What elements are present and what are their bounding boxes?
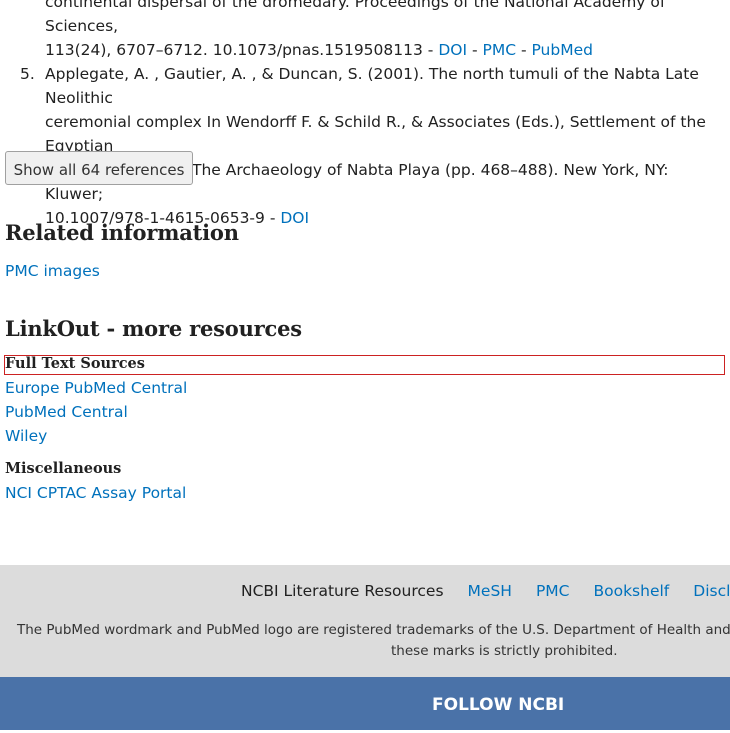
- follow-ncbi-banner: FOLLOW NCBI: [0, 677, 730, 730]
- references-list: continental dispersal of the dromedary. …: [0, 0, 730, 230]
- full-text-sources-heading: Full Text Sources: [5, 355, 145, 372]
- related-information-heading: Related information: [5, 220, 239, 245]
- footer-link-disclaimer[interactable]: Disclaimer: [693, 582, 730, 600]
- show-all-references-button[interactable]: Show all 64 references: [5, 151, 193, 185]
- miscellaneous-heading: Miscellaneous: [5, 460, 122, 477]
- nci-cptac-assay-portal-link[interactable]: NCI CPTAC Assay Portal: [5, 481, 186, 505]
- reference-number: 5.: [20, 65, 35, 83]
- europe-pubmed-central-link[interactable]: Europe PubMed Central: [5, 376, 187, 400]
- reference-item-4: continental dispersal of the dromedary. …: [0, 0, 730, 62]
- footer-link-bookshelf[interactable]: Bookshelf: [593, 582, 669, 600]
- pmc-images-link[interactable]: PMC images: [5, 259, 100, 283]
- footer-nav-title: NCBI Literature Resources: [241, 582, 444, 600]
- reference-text: 113(24), 6707–6712. 10.1073/pnas.1519508…: [45, 41, 593, 59]
- doi-link[interactable]: DOI: [438, 41, 467, 59]
- footer: NCBI Literature Resources MeSH PMC Bookshel…: [0, 565, 730, 677]
- linkout-heading: LinkOut - more resources: [5, 316, 302, 341]
- footer-link-pmc[interactable]: PMC: [536, 582, 570, 600]
- follow-ncbi-label: FOLLOW NCBI: [432, 695, 565, 715]
- reference-text: Applegate, A. , Gautier, A. , & Duncan, …: [45, 65, 699, 107]
- footer-link-mesh[interactable]: MeSH: [468, 582, 512, 600]
- pubmed-link[interactable]: PubMed: [531, 41, 593, 59]
- reference-item-5: 5. Applegate, A. , Gautier, A. , & Dunca…: [0, 62, 730, 230]
- reference-text: continental dispersal of the dromedary. …: [45, 0, 666, 35]
- trademark-notice: The PubMed wordmark and PubMed logo are …: [17, 622, 730, 659]
- footer-nav: NCBI Literature Resources MeSH PMC Bookshel…: [241, 582, 730, 600]
- pubmed-central-link[interactable]: PubMed Central: [5, 400, 128, 424]
- pmc-link[interactable]: PMC: [482, 41, 516, 59]
- wiley-link[interactable]: Wiley: [5, 424, 47, 448]
- doi-link[interactable]: DOI: [280, 209, 309, 227]
